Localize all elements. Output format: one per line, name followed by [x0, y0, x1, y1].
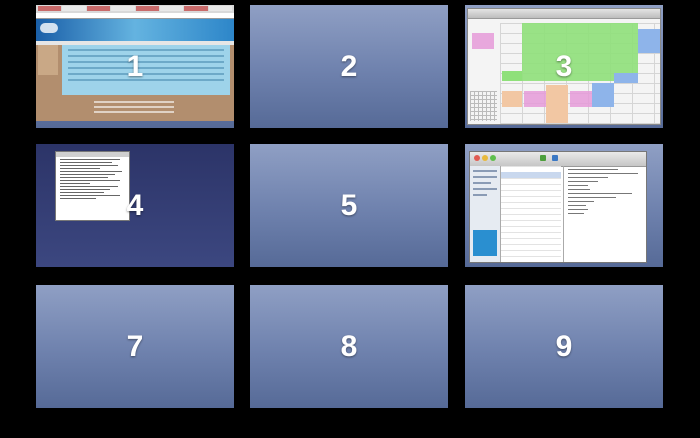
space-number: 1 [126, 49, 144, 83]
document-titlebar [56, 152, 129, 157]
webpage-banner [36, 19, 234, 41]
space-number: 5 [340, 188, 358, 222]
space-4-thumbnail[interactable]: 4 [36, 144, 234, 267]
space-number: 4 [126, 188, 144, 222]
space-3-thumbnail[interactable]: 3 [465, 5, 663, 128]
site-logo [40, 23, 58, 33]
space-number: 8 [340, 329, 358, 363]
calendar-event [592, 83, 614, 107]
space-6-thumbnail[interactable] [465, 144, 663, 267]
space-number: 2 [340, 49, 358, 83]
mail-window-thumbnail[interactable] [469, 151, 647, 263]
mini-month-calendar [470, 91, 497, 121]
space-number: 9 [555, 329, 573, 363]
mail-attachment-preview [473, 230, 497, 256]
space-8-thumbnail[interactable]: 8 [250, 285, 448, 408]
message-body [563, 166, 646, 262]
calendar-event [524, 91, 546, 107]
space-7-thumbnail[interactable]: 7 [36, 285, 234, 408]
calendar-event [546, 85, 568, 123]
space-5-thumbnail[interactable]: 5 [250, 144, 448, 267]
space-2-thumbnail[interactable]: 2 [250, 5, 448, 128]
calendar-event [502, 91, 522, 107]
browser-tab-strip [36, 5, 234, 13]
calendar-event [570, 91, 592, 107]
space-9-thumbnail[interactable]: 9 [465, 285, 663, 408]
mail-toolbar [470, 152, 646, 167]
message-list [501, 166, 561, 262]
calendar-event [472, 33, 494, 49]
calendar-toolbar [468, 9, 660, 19]
space-1-thumbnail[interactable]: 1 [36, 5, 234, 128]
space-number: 3 [555, 49, 573, 83]
space-number: 7 [126, 329, 144, 363]
